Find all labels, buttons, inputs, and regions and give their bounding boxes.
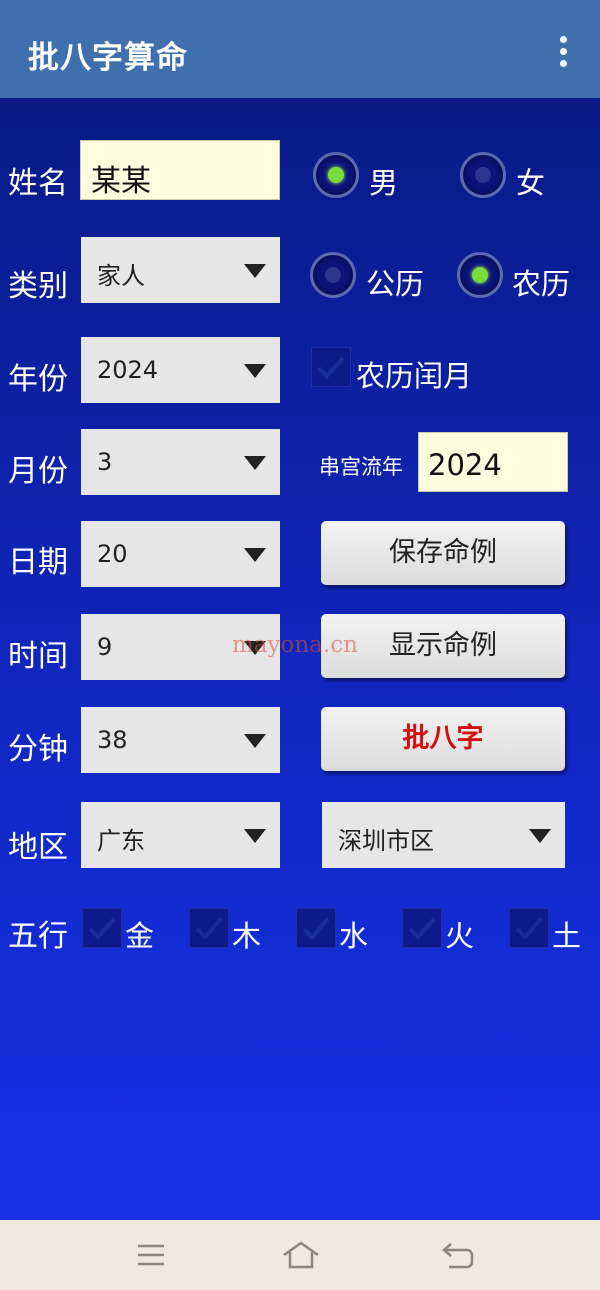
hour-value: 9: [97, 633, 113, 661]
check-icon: [302, 917, 330, 940]
region-label: 地区: [8, 830, 68, 865]
element-fire-checkbox[interactable]: [402, 908, 442, 948]
month-value: 3: [97, 448, 113, 476]
day-dropdown[interactable]: 20: [81, 521, 280, 587]
check-icon: [195, 917, 223, 940]
element-wood-label: 木: [232, 919, 262, 953]
flow-year-label: 串宫流年: [319, 455, 403, 479]
month-dropdown[interactable]: 3: [81, 429, 280, 495]
app-bar: 批八字算命: [0, 0, 600, 98]
dropdown-arrow-icon: [244, 364, 266, 378]
dropdown-arrow-icon: [244, 456, 266, 470]
dropdown-arrow-icon: [244, 734, 266, 748]
check-icon: [515, 917, 543, 940]
year-dropdown[interactable]: 2024: [81, 337, 280, 403]
leap-month-label: 农历闰月: [356, 359, 473, 393]
element-water-checkbox[interactable]: [296, 908, 336, 948]
elements-label: 五行: [8, 919, 68, 954]
dropdown-arrow-icon: [244, 829, 266, 843]
city-dropdown[interactable]: 深圳市区: [322, 802, 565, 868]
name-label: 姓名: [8, 166, 68, 201]
more-vert-icon[interactable]: [549, 34, 579, 68]
category-dropdown[interactable]: 家人: [81, 237, 280, 303]
flow-year-input[interactable]: 2024: [418, 432, 568, 492]
gender-female-label: 女: [516, 166, 546, 200]
home-icon[interactable]: [281, 1240, 321, 1270]
hour-label: 时间: [8, 639, 68, 674]
calendar-lunar-label: 农历: [512, 267, 571, 301]
element-metal-label: 金: [125, 919, 155, 953]
save-case-button[interactable]: 保存命例: [321, 521, 565, 585]
year-value: 2024: [97, 356, 159, 384]
minute-label: 分钟: [8, 732, 68, 767]
check-icon: [408, 917, 436, 940]
check-icon: [317, 356, 345, 379]
dropdown-arrow-icon: [529, 829, 551, 843]
province-dropdown[interactable]: 广东: [81, 802, 280, 868]
day-value: 20: [97, 540, 128, 568]
check-icon: [88, 917, 116, 940]
category-value: 家人: [97, 262, 145, 290]
element-earth-label: 土: [552, 919, 582, 953]
calendar-solar-radio[interactable]: [310, 252, 356, 298]
back-icon[interactable]: [441, 1242, 475, 1270]
name-input[interactable]: 某某: [80, 140, 280, 200]
year-label: 年份: [8, 362, 68, 397]
category-label: 类别: [8, 269, 68, 304]
minute-value: 38: [97, 726, 128, 754]
day-label: 日期: [8, 545, 68, 580]
month-label: 月份: [8, 454, 68, 489]
gender-male-label: 男: [369, 166, 399, 200]
calendar-lunar-radio[interactable]: [457, 252, 503, 298]
gender-male-radio[interactable]: [313, 152, 359, 198]
watermark-text: mayona.cn: [232, 632, 358, 658]
dropdown-arrow-icon: [244, 264, 266, 278]
app-title: 批八字算命: [28, 40, 188, 76]
leap-month-checkbox[interactable]: [311, 347, 351, 387]
gender-female-radio[interactable]: [460, 152, 506, 198]
element-earth-checkbox[interactable]: [509, 908, 549, 948]
dropdown-arrow-icon: [244, 548, 266, 562]
province-value: 广东: [97, 827, 145, 855]
element-fire-label: 火: [445, 919, 475, 953]
element-metal-checkbox[interactable]: [82, 908, 122, 948]
city-value: 深圳市区: [338, 827, 434, 855]
menu-icon[interactable]: [135, 1242, 167, 1268]
system-nav-bar: [0, 1220, 600, 1290]
minute-dropdown[interactable]: 38: [81, 707, 280, 773]
compute-bazi-button[interactable]: 批八字: [321, 707, 565, 771]
element-wood-checkbox[interactable]: [189, 908, 229, 948]
element-water-label: 水: [339, 919, 369, 953]
calendar-solar-label: 公历: [366, 267, 425, 301]
